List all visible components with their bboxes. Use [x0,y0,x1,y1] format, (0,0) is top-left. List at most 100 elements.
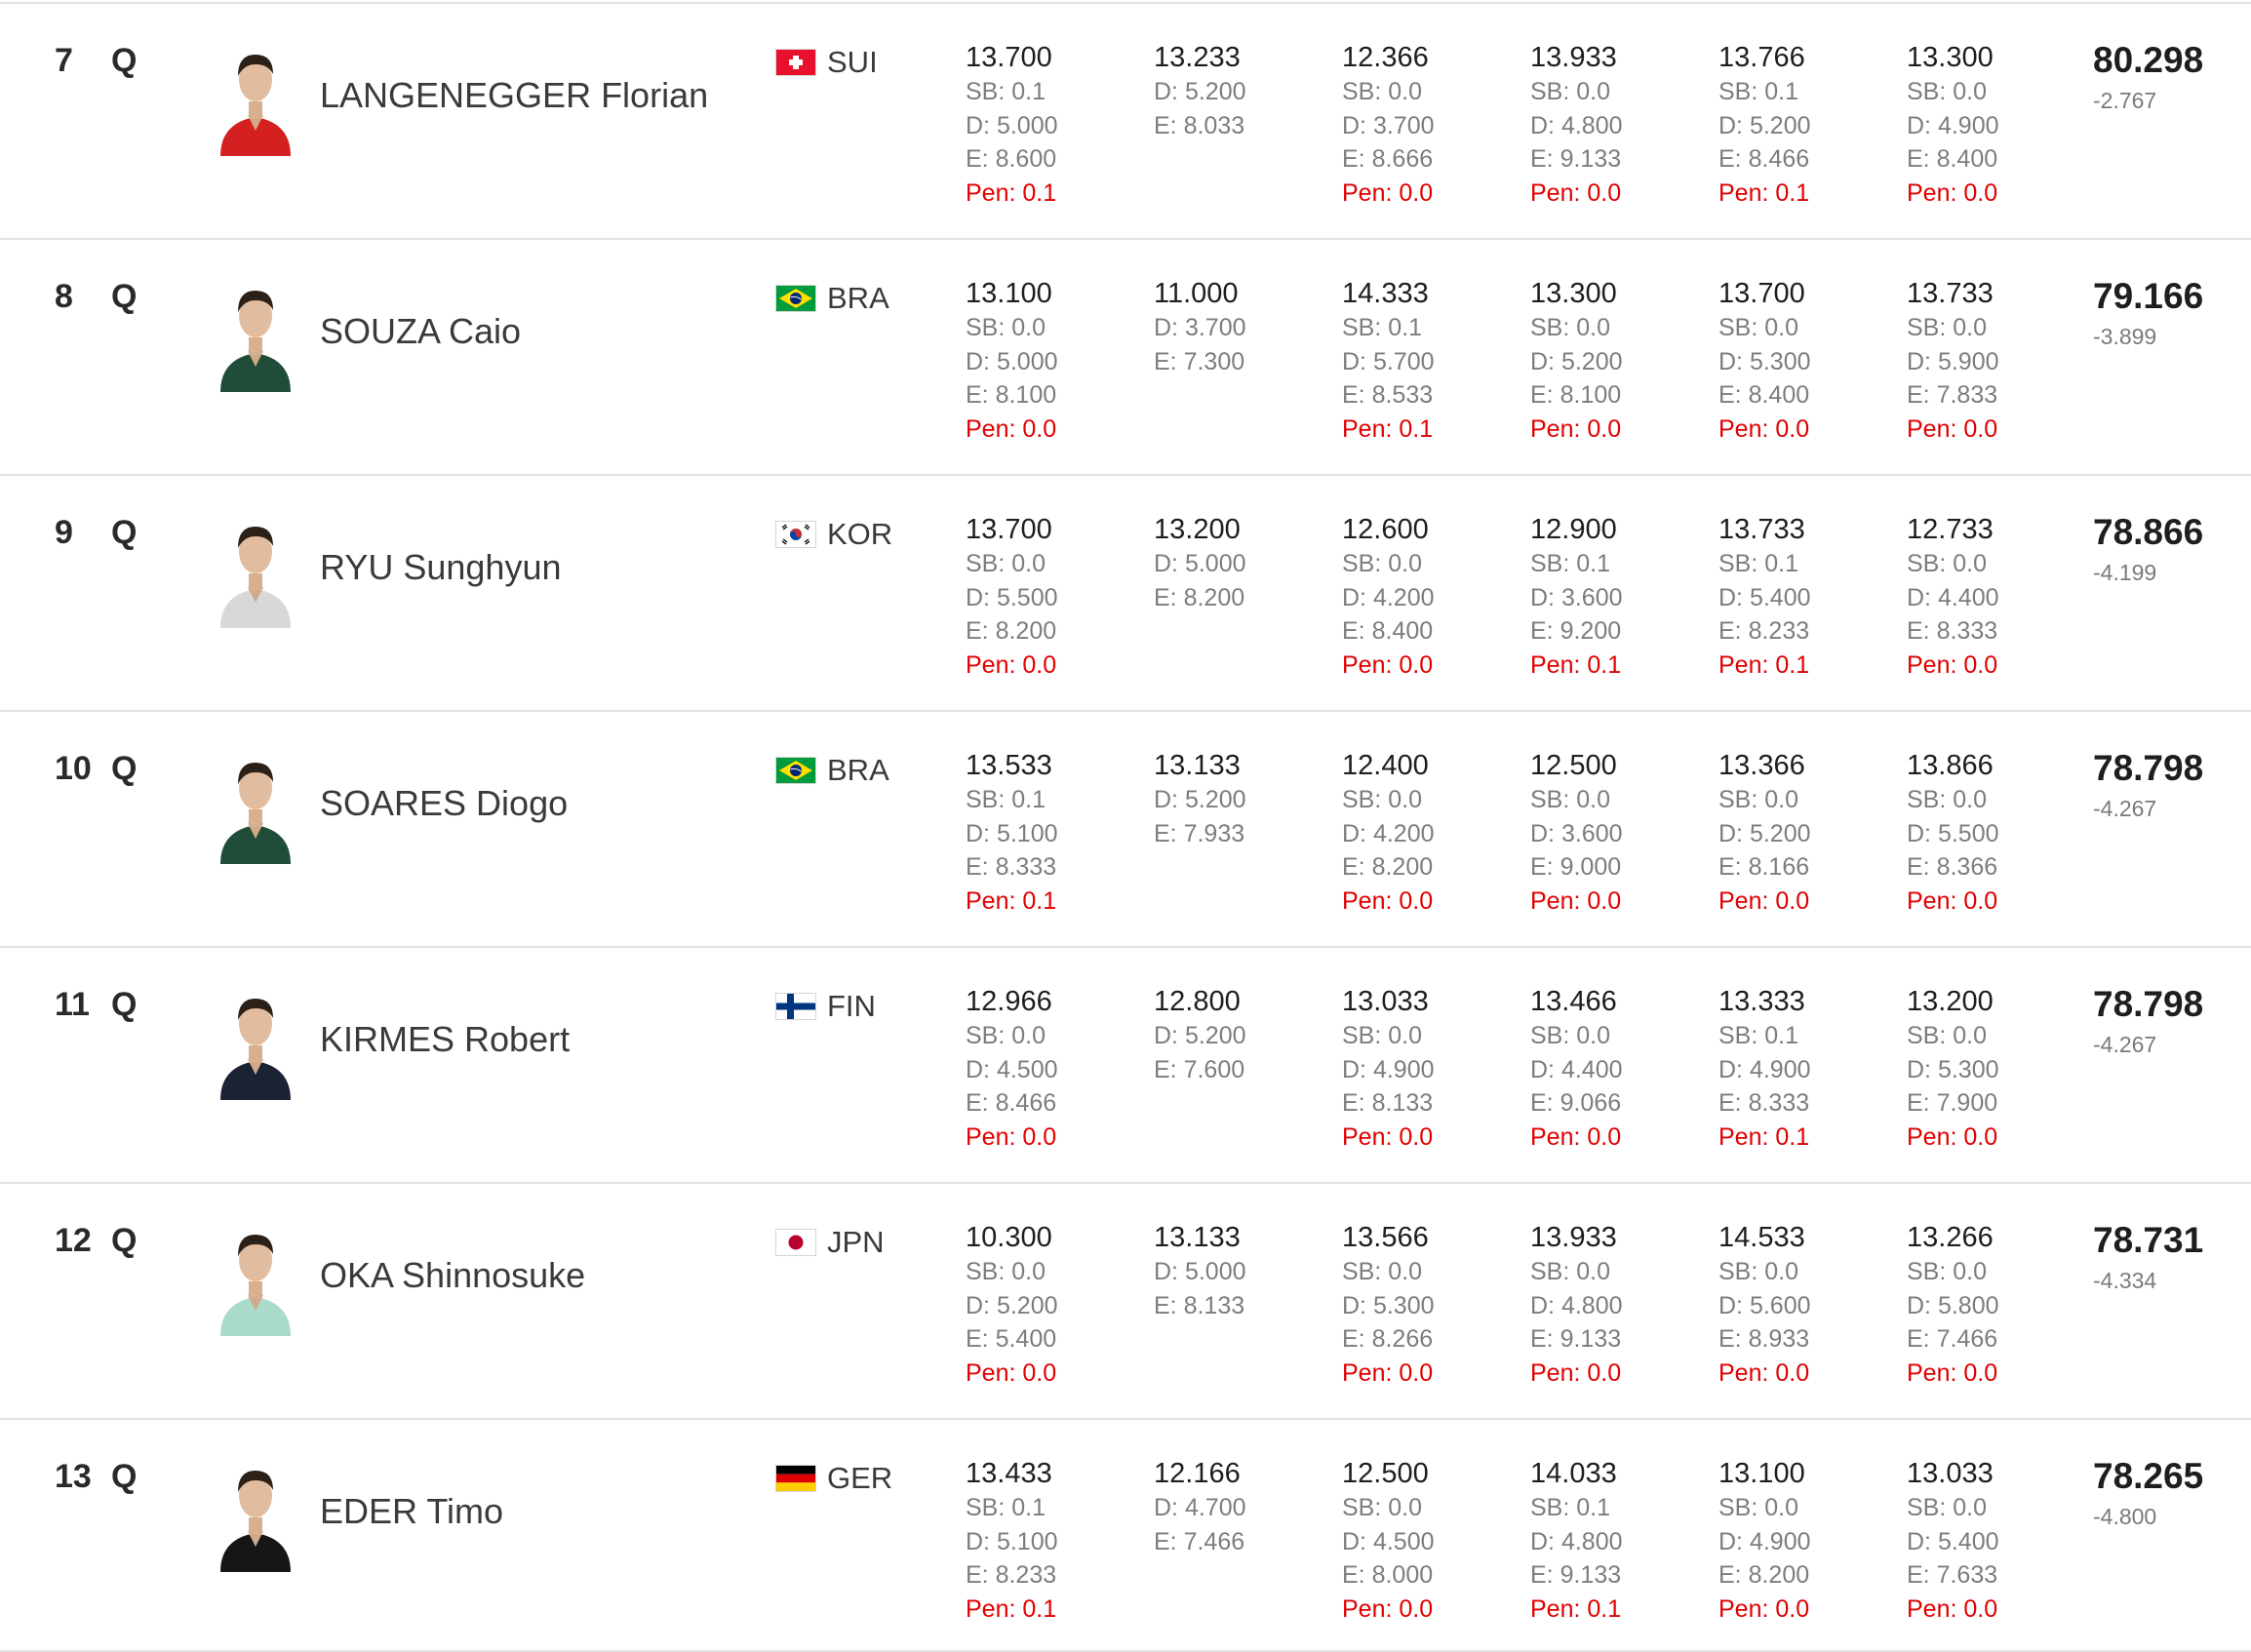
athlete-name[interactable]: EDER Timo [320,1490,503,1533]
rank-number: 13 [55,1458,92,1495]
execution-score: E: 7.466 [1907,1325,1998,1353]
penalty: Pen: 0.0 [1530,1122,1622,1151]
execution-score: E: 8.200 [1718,1561,1810,1589]
total-score-block: 78.866 -4.199 [2093,511,2203,589]
apparatus-score: 12.500 [1530,750,1617,781]
total-score: 78.866 [2093,512,2204,552]
apparatus-score: 11.000 [1154,278,1239,309]
athlete-photo [215,749,296,864]
apparatus-high-bar-score: 12.733 SB: 0.0 D: 4.400 E: 8.333 Pen: 0.0 [1907,513,2082,682]
difficulty-score: D: 4.900 [1718,1527,1811,1555]
execution-score: E: 8.100 [966,381,1057,409]
apparatus-score: 12.800 [1154,986,1241,1017]
start-bonus: SB: 0.1 [1718,550,1798,577]
apparatus-floor-score: 13.533 SB: 0.1 D: 5.100 E: 8.333 Pen: 0.1 [966,749,1141,918]
execution-score: E: 8.166 [1718,853,1810,881]
flag-icon [776,286,815,311]
penalty: Pen: 0.0 [1342,1122,1434,1151]
start-bonus: SB: 0.1 [1718,1022,1798,1049]
flag-icon [776,994,815,1019]
difficulty-score: D: 5.200 [1154,1022,1246,1049]
start-bonus: SB: 0.0 [1907,78,1987,105]
start-bonus: SB: 0.0 [1342,786,1422,813]
table-row[interactable]: 8 Q SOUZA Caio BRA 13.100 SB: 0.0 D: 5.000 E: 8… [0,238,2251,472]
country-code: KOR [827,517,893,551]
execution-score: E: 9.133 [1530,145,1622,173]
country-code: SUI [827,45,878,79]
apparatus-floor-score: 12.966 SB: 0.0 D: 4.500 E: 8.466 Pen: 0.0 [966,985,1141,1154]
execution-score: E: 8.933 [1718,1325,1810,1353]
execution-score: E: 9.200 [1530,617,1622,645]
difficulty-score: D: 3.600 [1530,583,1623,611]
rank-number: 11 [55,986,90,1023]
rank-number: 9 [55,514,73,551]
athlete-photo [215,985,296,1100]
start-bonus: SB: 0.0 [1342,1022,1422,1049]
apparatus-high-bar-score: 13.200 SB: 0.0 D: 5.300 E: 7.900 Pen: 0.0 [1907,985,2082,1154]
results-table: 7 Q LANGENEGGER Florian SUI 13.700 SB: 0.1 D: … [0,0,2251,1652]
table-row[interactable]: 12 Q OKA Shinnosuke JPN 10.300 SB: 0.0 D: 5.20… [0,1182,2251,1416]
start-bonus: SB: 0.0 [1718,786,1798,813]
table-row[interactable]: 9 Q RYU Sunghyun KOR 13.700 SB: 0.0 D: 5.500 E:… [0,474,2251,708]
score-gap: -4.199 [2093,560,2157,585]
athlete-name[interactable]: SOARES Diogo [320,782,568,825]
apparatus-floor-score: 13.700 SB: 0.0 D: 5.500 E: 8.200 Pen: 0.0 [966,513,1141,682]
start-bonus: SB: 0.1 [1718,78,1798,105]
start-bonus: SB: 0.0 [1530,314,1610,341]
apparatus-score: 13.300 [1530,278,1617,309]
difficulty-score: D: 4.400 [1530,1055,1623,1083]
country: SUI [776,43,878,82]
score-gap: -4.334 [2093,1268,2157,1293]
total-score: 78.798 [2093,984,2204,1024]
difficulty-score: D: 5.100 [966,819,1058,847]
penalty: Pen: 0.0 [1907,1122,1998,1151]
table-row[interactable]: 13 Q EDER Timo GER 13.433 SB: 0.1 D: 5.100 E: 8… [0,1418,2251,1652]
penalty: Pen: 0.0 [966,1358,1057,1387]
start-bonus: SB: 0.0 [1530,1258,1610,1285]
athlete-name[interactable]: OKA Shinnosuke [320,1254,585,1297]
athlete-name[interactable]: RYU Sunghyun [320,546,562,589]
penalty: Pen: 0.0 [1530,1358,1622,1387]
apparatus-score: 12.733 [1907,514,1994,545]
execution-score: E: 7.933 [1154,819,1245,847]
execution-score: E: 8.200 [966,617,1057,645]
difficulty-score: D: 5.200 [966,1291,1058,1319]
score-gap: -4.267 [2093,1032,2157,1057]
apparatus-score: 13.300 [1907,42,1994,73]
start-bonus: SB: 0.0 [1342,550,1422,577]
table-row[interactable]: 10 Q SOARES Diogo BRA 13.533 SB: 0.1 D: 5.100 E… [0,710,2251,944]
difficulty-score: D: 4.700 [1154,1494,1246,1521]
penalty: Pen: 0.0 [1342,178,1434,207]
penalty: Pen: 0.1 [1530,1594,1622,1623]
penalty: Pen: 0.0 [1530,414,1622,443]
flag-icon [776,758,815,783]
start-bonus: SB: 0.1 [966,786,1046,813]
athlete-name[interactable]: SOUZA Caio [320,310,521,353]
apparatus-parallel-bars-score: 13.100 SB: 0.0 D: 4.900 E: 8.200 Pen: 0.0 [1718,1457,1894,1626]
difficulty-score: D: 4.200 [1342,819,1435,847]
athlete-name[interactable]: LANGENEGGER Florian [320,74,708,117]
table-row[interactable]: 11 Q KIRMES Robert FIN 12.966 SB: 0.0 D: 4.500… [0,946,2251,1180]
execution-score: E: 8.600 [966,145,1057,173]
start-bonus: SB: 0.0 [1907,1494,1987,1521]
penalty: Pen: 0.0 [1530,886,1622,915]
total-score: 78.731 [2093,1220,2204,1260]
difficulty-score: D: 5.400 [1907,1527,1999,1555]
apparatus-score: 13.433 [966,1458,1052,1489]
country: JPN [776,1223,885,1262]
start-bonus: SB: 0.0 [966,314,1046,341]
country: BRA [776,279,889,318]
execution-score: E: 8.366 [1907,853,1998,881]
table-row[interactable]: 7 Q LANGENEGGER Florian SUI 13.700 SB: 0.1 D: … [0,2,2251,236]
apparatus-score: 13.133 [1154,1222,1241,1253]
country-code: BRA [827,281,889,315]
apparatus-rings-score: 12.366 SB: 0.0 D: 3.700 E: 8.666 Pen: 0.0 [1342,41,1518,210]
athlete-photo [215,41,296,156]
difficulty-score: D: 5.300 [1342,1291,1435,1319]
penalty: Pen: 0.0 [1530,178,1622,207]
athlete-name[interactable]: KIRMES Robert [320,1018,570,1061]
penalty: Pen: 0.0 [1907,650,1998,679]
difficulty-score: D: 3.700 [1342,111,1435,139]
execution-score: E: 7.900 [1907,1089,1998,1117]
apparatus-score: 13.033 [1342,986,1429,1017]
